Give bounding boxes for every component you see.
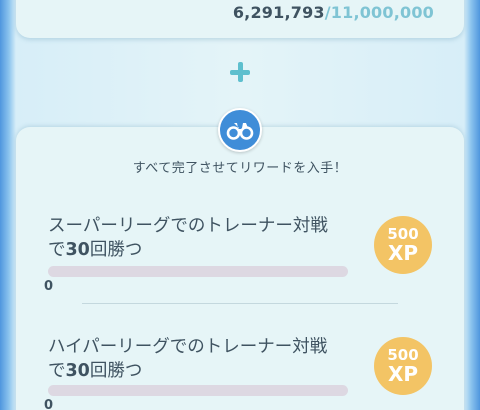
task-title-prefix: で	[48, 361, 66, 381]
task-title-suffix: 回勝つ	[89, 361, 143, 381]
task-title-line1: ハイパーリーグでのトレーナー対戦	[48, 337, 328, 357]
task-progress-bar	[48, 385, 348, 396]
task-title-prefix: で	[48, 240, 66, 260]
task-title: スーパーリーグでのトレーナー対戦 で30回勝つ	[48, 214, 358, 262]
xp-reward-badge: 500 XP	[374, 216, 432, 274]
task-progress-value: 0	[44, 279, 54, 294]
task-progress-value: 0	[44, 398, 54, 410]
task-title-line2: で30回勝つ	[48, 359, 358, 383]
task-title-count: 30	[65, 361, 90, 381]
xp-reward-badge: 500 XP	[374, 337, 432, 395]
plus-icon	[226, 58, 254, 86]
progress-current: 6,291,793	[232, 3, 325, 22]
task-divider	[82, 303, 398, 304]
task-title-suffix: 回勝つ	[89, 240, 143, 260]
progress-total: 11,000,000	[330, 3, 434, 22]
xp-unit: XP	[387, 241, 419, 265]
task-title-count: 30	[65, 240, 90, 260]
binoculars-icon	[218, 108, 262, 152]
task-title: ハイパーリーグでのトレーナー対戦 で30回勝つ	[48, 335, 358, 383]
task-progress-bar	[48, 266, 348, 277]
task-title-line2: で30回勝つ	[48, 238, 358, 262]
progress-counter: 6,291,793/11,000,000	[233, 3, 434, 22]
xp-unit: XP	[387, 362, 419, 386]
progress-card: 6,291,793/11,000,000	[16, 0, 464, 38]
reward-subtitle: すべて完了させてリワードを入手！	[132, 161, 348, 176]
task-title-line1: スーパーリーグでのトレーナー対戦	[48, 216, 328, 236]
